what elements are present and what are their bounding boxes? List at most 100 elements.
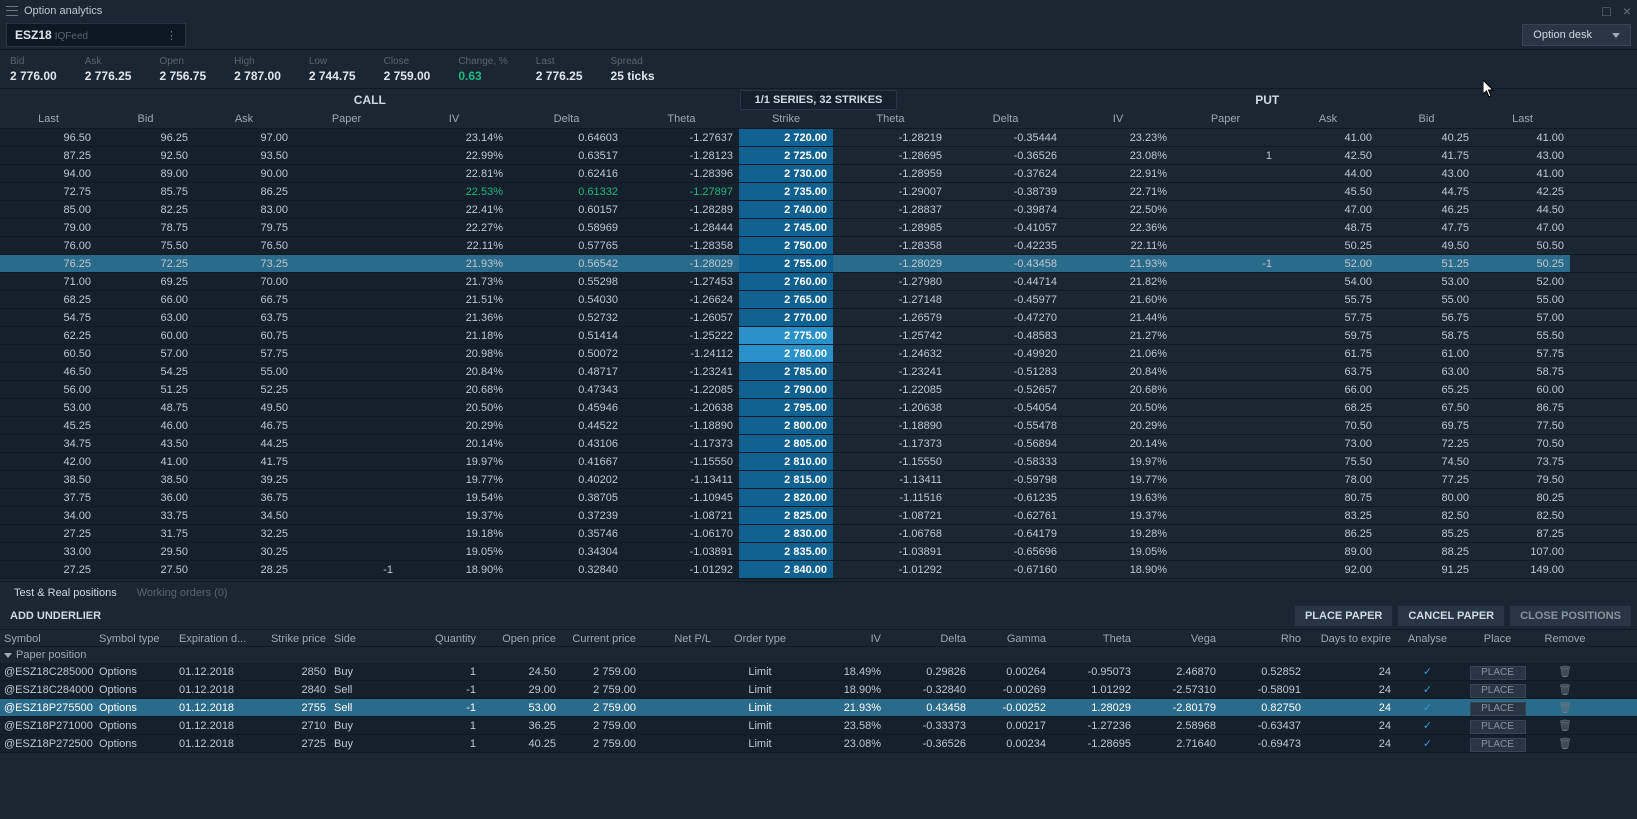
put-cell[interactable]: 18.90% [1063,561,1173,578]
positions-group[interactable]: Paper position [0,647,1637,663]
put-cell[interactable]: 19.77% [1063,471,1173,488]
call-cell[interactable]: 69.25 [97,273,194,290]
call-cell[interactable]: -1.27453 [624,273,739,290]
put-cell[interactable]: 19.37% [1063,507,1173,524]
put-cell[interactable]: 55.00 [1378,291,1475,308]
call-cell[interactable]: 41.75 [194,453,294,470]
put-cell[interactable]: -1.25742 [833,327,948,344]
put-cell[interactable]: 86.25 [1278,525,1378,542]
call-cell[interactable]: -1.28444 [624,219,739,236]
call-cell[interactable]: 75.50 [97,237,194,254]
put-cell[interactable]: 49.50 [1378,237,1475,254]
put-cell[interactable]: 41.00 [1475,129,1570,146]
put-cell[interactable]: 47.75 [1378,219,1475,236]
put-cell[interactable]: 47.00 [1278,201,1378,218]
call-cell[interactable]: -1.08721 [624,507,739,524]
put-cell[interactable] [1173,327,1278,344]
call-cell[interactable]: -1.01292 [624,561,739,578]
put-cell[interactable]: -1.08721 [833,507,948,524]
call-cell[interactable]: -1 [294,561,399,578]
call-cell[interactable]: -1.26624 [624,291,739,308]
call-cell[interactable]: 21.51% [399,291,509,308]
put-cell[interactable]: 22.71% [1063,183,1173,200]
place-button[interactable]: PLACE [1470,738,1526,752]
put-cell[interactable]: -1.28695 [833,147,948,164]
call-cell[interactable]: 0.51414 [509,327,624,344]
call-cell[interactable] [294,291,399,308]
put-cell[interactable]: 41.00 [1278,129,1378,146]
put-cell[interactable]: 57.00 [1475,309,1570,326]
call-cell[interactable]: 19.54% [399,489,509,506]
call-cell[interactable]: 0.40202 [509,471,624,488]
call-cell[interactable]: 57.00 [97,345,194,362]
put-cell[interactable] [1173,507,1278,524]
put-cell[interactable] [1173,309,1278,326]
pos-col-header[interactable]: Days to expire [1305,630,1395,646]
call-cell[interactable]: 38.50 [0,471,97,488]
call-cell[interactable]: 68.25 [0,291,97,308]
strike-cell[interactable]: 2 730.00 [739,165,833,182]
call-cell[interactable]: 19.05% [399,543,509,560]
put-cell[interactable]: 78.00 [1278,471,1378,488]
position-row[interactable]: @ESZ18P271000Options01.12.20182710Buy136… [0,717,1637,735]
put-cell[interactable]: 41.00 [1475,165,1570,182]
call-cell[interactable]: 0.34304 [509,543,624,560]
call-cell[interactable]: 76.50 [194,237,294,254]
strike-cell[interactable]: 2 810.00 [739,453,833,470]
analyse-check[interactable]: ✓ [1423,666,1432,678]
call-cell[interactable]: 66.75 [194,291,294,308]
call-cell[interactable]: 85.75 [97,183,194,200]
place-button[interactable]: PLACE [1470,702,1526,716]
put-cell[interactable]: 22.91% [1063,165,1173,182]
put-cell[interactable]: -0.54054 [948,399,1063,416]
call-cell[interactable]: 20.29% [399,417,509,434]
call-cell[interactable]: 0.43106 [509,435,624,452]
call-cell[interactable] [294,345,399,362]
call-cell[interactable]: 73.25 [194,255,294,272]
call-cell[interactable]: 90.00 [194,165,294,182]
call-cell[interactable]: -1.28029 [624,255,739,272]
put-cell[interactable]: 83.25 [1278,507,1378,524]
call-cell[interactable]: -1.13411 [624,471,739,488]
pos-col-header[interactable]: Vega [1135,630,1220,646]
call-cell[interactable]: 72.75 [0,183,97,200]
call-cell[interactable]: -1.27897 [624,183,739,200]
put-cell[interactable]: -0.38739 [948,183,1063,200]
call-cell[interactable]: 56.00 [0,381,97,398]
put-cell[interactable]: 58.75 [1475,363,1570,380]
call-cell[interactable]: 53.00 [0,399,97,416]
put-cell[interactable]: -0.49920 [948,345,1063,362]
call-cell[interactable]: 83.00 [194,201,294,218]
series-badge[interactable]: 1/1 SERIES, 32 STRIKES [740,90,898,110]
put-cell[interactable]: -1.18890 [833,417,948,434]
call-cell[interactable]: 52.25 [194,381,294,398]
put-cell[interactable]: 56.75 [1378,309,1475,326]
put-cell[interactable]: -1.17373 [833,435,948,452]
call-cell[interactable]: 0.63517 [509,147,624,164]
call-cell[interactable]: 48.75 [97,399,194,416]
call-cell[interactable]: -1.28396 [624,165,739,182]
put-cell[interactable]: 88.25 [1378,543,1475,560]
put-cell[interactable]: 21.93% [1063,255,1173,272]
call-cell[interactable] [294,309,399,326]
call-cell[interactable]: -1.22085 [624,381,739,398]
put-cell[interactable] [1173,291,1278,308]
put-cell[interactable]: 61.00 [1378,345,1475,362]
pos-col-header[interactable]: Symbol type [95,630,175,646]
call-cell[interactable]: 0.58969 [509,219,624,236]
call-cell[interactable]: 20.14% [399,435,509,452]
call-cell[interactable] [294,129,399,146]
put-cell[interactable]: 19.63% [1063,489,1173,506]
put-cell[interactable]: 89.00 [1278,543,1378,560]
strike-cell[interactable]: 2 800.00 [739,417,833,434]
put-cell[interactable]: 22.11% [1063,237,1173,254]
put-cell[interactable] [1173,399,1278,416]
put-cell[interactable]: 55.00 [1475,291,1570,308]
more-icon[interactable]: ⋮ [166,29,177,42]
put-cell[interactable]: 63.00 [1378,363,1475,380]
call-cell[interactable]: 0.45946 [509,399,624,416]
call-cell[interactable]: 76.25 [0,255,97,272]
strike-cell[interactable]: 2 755.00 [739,255,833,272]
put-cell[interactable]: 47.00 [1475,219,1570,236]
put-cell[interactable]: 73.00 [1278,435,1378,452]
